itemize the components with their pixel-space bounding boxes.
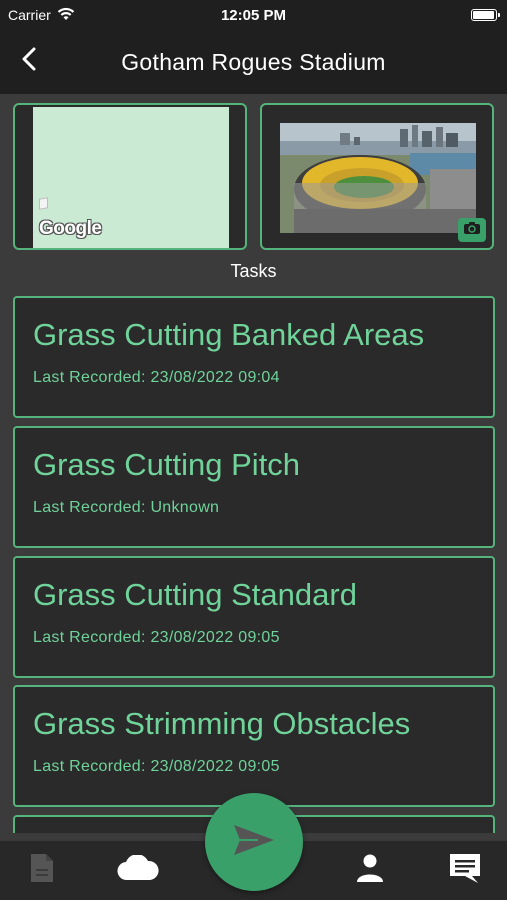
task-card[interactable]: Grass Cutting Standard Last Recorded: 23… <box>13 556 495 678</box>
send-icon <box>232 823 276 862</box>
task-last-recorded: Last Recorded: 23/08/2022 09:04 <box>33 369 280 386</box>
tab-cloud[interactable] <box>110 841 166 900</box>
task-last-recorded: Last Recorded: Unknown <box>33 499 220 516</box>
task-card[interactable]: Grass Cutting Pitch Last Recorded: Unkno… <box>13 426 495 548</box>
map-pin-icon <box>39 197 48 210</box>
send-button[interactable] <box>205 793 303 891</box>
task-card[interactable]: Grass Strimming Obstacles Last Recorded:… <box>13 685 495 807</box>
task-name: Grass Cutting Pitch <box>33 447 301 482</box>
battery-icon <box>471 9 500 21</box>
task-name: Grass Cutting Standard <box>33 577 357 612</box>
tasks-heading: Tasks <box>230 261 277 281</box>
task-list[interactable]: Grass Cutting Banked Areas Last Recorded… <box>13 296 495 833</box>
person-icon <box>356 853 384 888</box>
camera-icon <box>463 221 481 240</box>
tab-profile[interactable] <box>342 841 398 900</box>
back-button[interactable] <box>14 44 44 78</box>
status-bar: Carrier 12:05 PM <box>0 0 507 30</box>
google-attribution: Google <box>39 218 102 239</box>
page-title: Gotham Rogues Stadium <box>121 48 386 75</box>
navigation-bar: Gotham Rogues Stadium <box>0 30 507 94</box>
document-icon <box>29 852 55 889</box>
stadium-photo-tile[interactable] <box>260 103 494 250</box>
chevron-left-icon <box>21 47 37 76</box>
tab-documents[interactable] <box>14 841 70 900</box>
status-left: Carrier <box>8 7 75 24</box>
task-name: Grass Strimming Obstacles <box>33 706 411 741</box>
change-photo-button[interactable] <box>458 218 486 242</box>
status-time: 12:05 PM <box>220 6 287 24</box>
chat-icon <box>448 852 482 889</box>
task-last-recorded: Last Recorded: 23/08/2022 09:05 <box>33 758 280 775</box>
carrier-label: Carrier <box>8 7 51 23</box>
task-name: Grass Cutting Banked Areas <box>33 317 425 352</box>
wifi-icon <box>57 7 75 24</box>
task-last-recorded: Last Recorded: 23/08/2022 09:05 <box>33 629 280 646</box>
stadium-photo <box>280 123 476 233</box>
battery-level <box>473 11 494 19</box>
tab-messages[interactable] <box>437 841 493 900</box>
task-card[interactable]: Grass Cutting Banked Areas Last Recorded… <box>13 296 495 418</box>
media-row: Google <box>13 103 494 250</box>
map-thumbnail[interactable]: Google <box>13 103 247 250</box>
cloud-icon <box>117 854 159 886</box>
